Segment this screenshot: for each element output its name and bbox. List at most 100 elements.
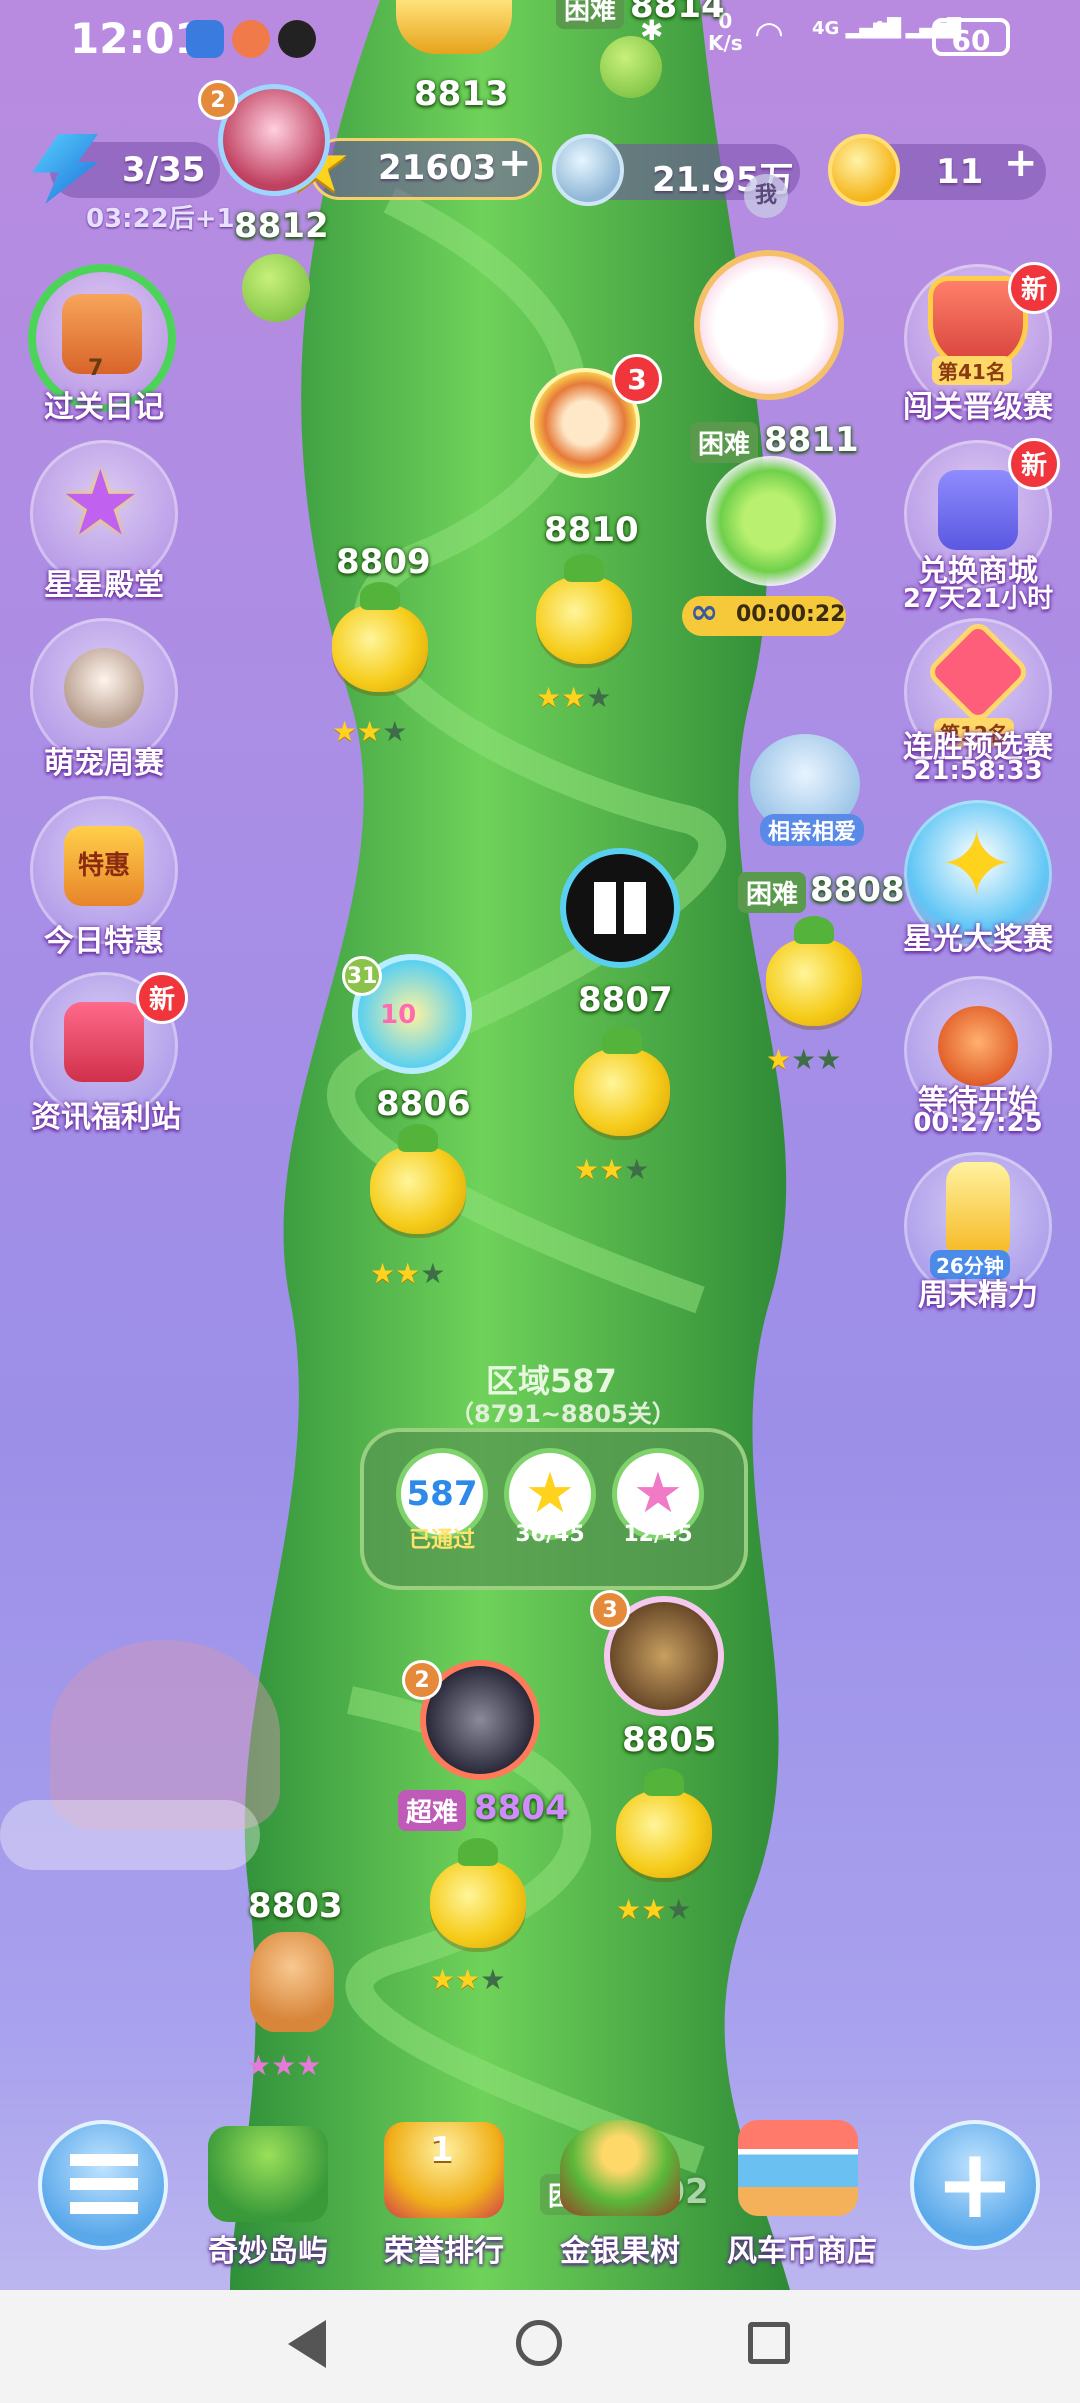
menu-button[interactable] <box>38 2120 168 2250</box>
level-diary-label: 过关日记 <box>44 390 164 425</box>
nav-wonder-island[interactable]: 奇妙岛屿 <box>186 2226 350 2270</box>
star-icon: ★ <box>766 1043 792 1076</box>
nav-windmill-shop[interactable]: 风车币商店 <box>712 2226 892 2270</box>
pet-weekly-label: 萌宠周赛 <box>44 746 164 781</box>
promotion-new-badge: 新 <box>1008 262 1060 314</box>
star-icon: ★ <box>574 1153 600 1186</box>
region-stars-count: 36/45 <box>515 1522 585 1547</box>
region-passed-label: 已通过 <box>408 1528 475 1553</box>
daily-deal-label: 今日特惠 <box>44 924 164 959</box>
region-range: （8791~8805关） <box>450 1400 676 1428</box>
shop-stall-icon: 特惠 <box>64 826 144 906</box>
infinity-icon: ∞ <box>690 592 719 632</box>
me-marker: 我 <box>744 174 788 218</box>
level-8806-ten: 10 <box>380 1000 417 1030</box>
level-8806-badge: 31 <box>342 956 382 996</box>
star-hall-label: 星星殿堂 <box>44 568 164 603</box>
level-8807-icon[interactable] <box>560 848 680 968</box>
sparkle-star-icon: ✦ <box>938 811 1016 918</box>
star-icon: ★ <box>599 1153 625 1186</box>
golden-tree-icon[interactable] <box>560 2120 680 2216</box>
star-icon: ★ <box>420 1257 446 1290</box>
news-welfare-new-badge: 新 <box>136 972 188 1024</box>
level-8804-number: 8804 <box>474 1788 569 1828</box>
star-icon: ★ <box>666 1893 692 1926</box>
fox-cage-icon <box>938 1006 1018 1086</box>
level-8811-wreath[interactable] <box>694 250 844 400</box>
level-8812-pot[interactable] <box>242 254 310 322</box>
gift-cards-icon <box>938 470 1018 550</box>
level-8808-label: 相亲相爱 <box>760 814 865 846</box>
level-8811-timer-text: 00:00:22 <box>736 602 846 627</box>
star-icon: ★ <box>357 715 383 748</box>
level-8804-pot[interactable] <box>430 1838 526 1948</box>
news-welfare-label: 资讯福利站 <box>31 1100 181 1135</box>
level-8804-badge: 2 <box>402 1660 442 1700</box>
star-icon: ★ <box>586 681 612 714</box>
level-8808-pot[interactable] <box>766 916 862 1026</box>
level-8810-stars: ★★★ <box>536 684 611 712</box>
level-8810-pot[interactable] <box>536 554 632 664</box>
lives-timer: 03:22后+1 <box>86 204 235 234</box>
level-8811-tag: 困难 <box>690 422 759 463</box>
plus-icon: + <box>934 2128 1016 2240</box>
stars-count: 21603 <box>378 148 497 188</box>
star-icon: ★ <box>816 1043 842 1076</box>
level-8805-pot[interactable] <box>616 1768 712 1878</box>
tokens-add-button[interactable]: + <box>1004 140 1038 186</box>
honor-rank-number: 1 <box>430 2130 454 2170</box>
signal-1-label: 4G <box>812 18 840 39</box>
system-nav-bar <box>0 2290 1080 2403</box>
level-8807-pot[interactable] <box>574 1026 670 1136</box>
star-icon: ★ <box>536 681 562 714</box>
qq-icon <box>278 20 316 58</box>
level-8811-timer: ∞ 00:00:22 <box>682 592 846 636</box>
rainbow-star-icon: ★ <box>271 2049 297 2082</box>
app-notification-icon <box>186 20 224 58</box>
signal-2-label: 4G <box>872 18 900 39</box>
waiting-start-timer: 00:27:25 <box>913 1108 1043 1138</box>
silver-coin-icon <box>552 134 624 206</box>
level-8803-bear[interactable] <box>250 1932 334 2032</box>
star-icon: ★ <box>480 1963 506 1996</box>
energy-bottle-icon <box>946 1162 1010 1262</box>
level-8809-pot[interactable] <box>332 582 428 692</box>
level-8812-number: 8812 <box>234 206 329 246</box>
level-8813-pot[interactable] <box>600 36 662 98</box>
level-8813-node[interactable] <box>396 0 512 54</box>
chat-notification-icon <box>232 20 270 58</box>
home-icon[interactable] <box>516 2320 562 2366</box>
shop-stall-icon[interactable] <box>738 2120 858 2216</box>
star-icon: ★ <box>395 1257 421 1290</box>
winged-star-icon: ★ <box>60 451 141 556</box>
recents-icon[interactable] <box>748 2322 790 2364</box>
stars-add-button[interactable]: + <box>498 140 532 186</box>
level-8811-current-glow[interactable] <box>706 456 836 586</box>
star-icon: ★ <box>382 715 408 748</box>
level-promotion-label: 闯关晋级赛 <box>903 390 1053 425</box>
back-icon[interactable] <box>288 2320 326 2368</box>
nav-honor-ranking[interactable]: 荣誉排行 <box>362 2226 526 2270</box>
level-8808-stars: ★★★ <box>766 1046 841 1074</box>
nav-gold-silver-tree[interactable]: 金银果树 <box>538 2226 702 2270</box>
level-8805-number: 8805 <box>622 1720 717 1760</box>
faded-cloud <box>0 1800 260 1870</box>
level-8803-number: 8803 <box>248 1886 343 1926</box>
star-icon: ★ <box>624 1153 650 1186</box>
level-8805-stars: ★★★ <box>616 1896 691 1924</box>
island-icon[interactable] <box>208 2126 328 2222</box>
level-8806-pot[interactable] <box>370 1124 466 1234</box>
add-button[interactable]: + <box>910 2120 1040 2250</box>
win-streak-timer: 21:58:33 <box>913 756 1043 786</box>
star-icon: ★ <box>430 1963 456 1996</box>
level-8809-stars: ★★★ <box>332 718 407 746</box>
level-8807-number: 8807 <box>578 980 673 1020</box>
grid-block-icon <box>594 882 646 934</box>
starlight-grand-prix-label: 星光大奖赛 <box>903 922 1053 957</box>
level-8814-number: 8814 <box>630 0 725 26</box>
rainbow-star-icon: ★ <box>246 2049 272 2082</box>
level-8813-number: 8813 <box>414 74 509 114</box>
level-8806-number: 8806 <box>376 1084 471 1124</box>
tokens-count: 11 <box>936 152 984 192</box>
weekend-energy-label: 周末精力 <box>918 1278 1038 1313</box>
